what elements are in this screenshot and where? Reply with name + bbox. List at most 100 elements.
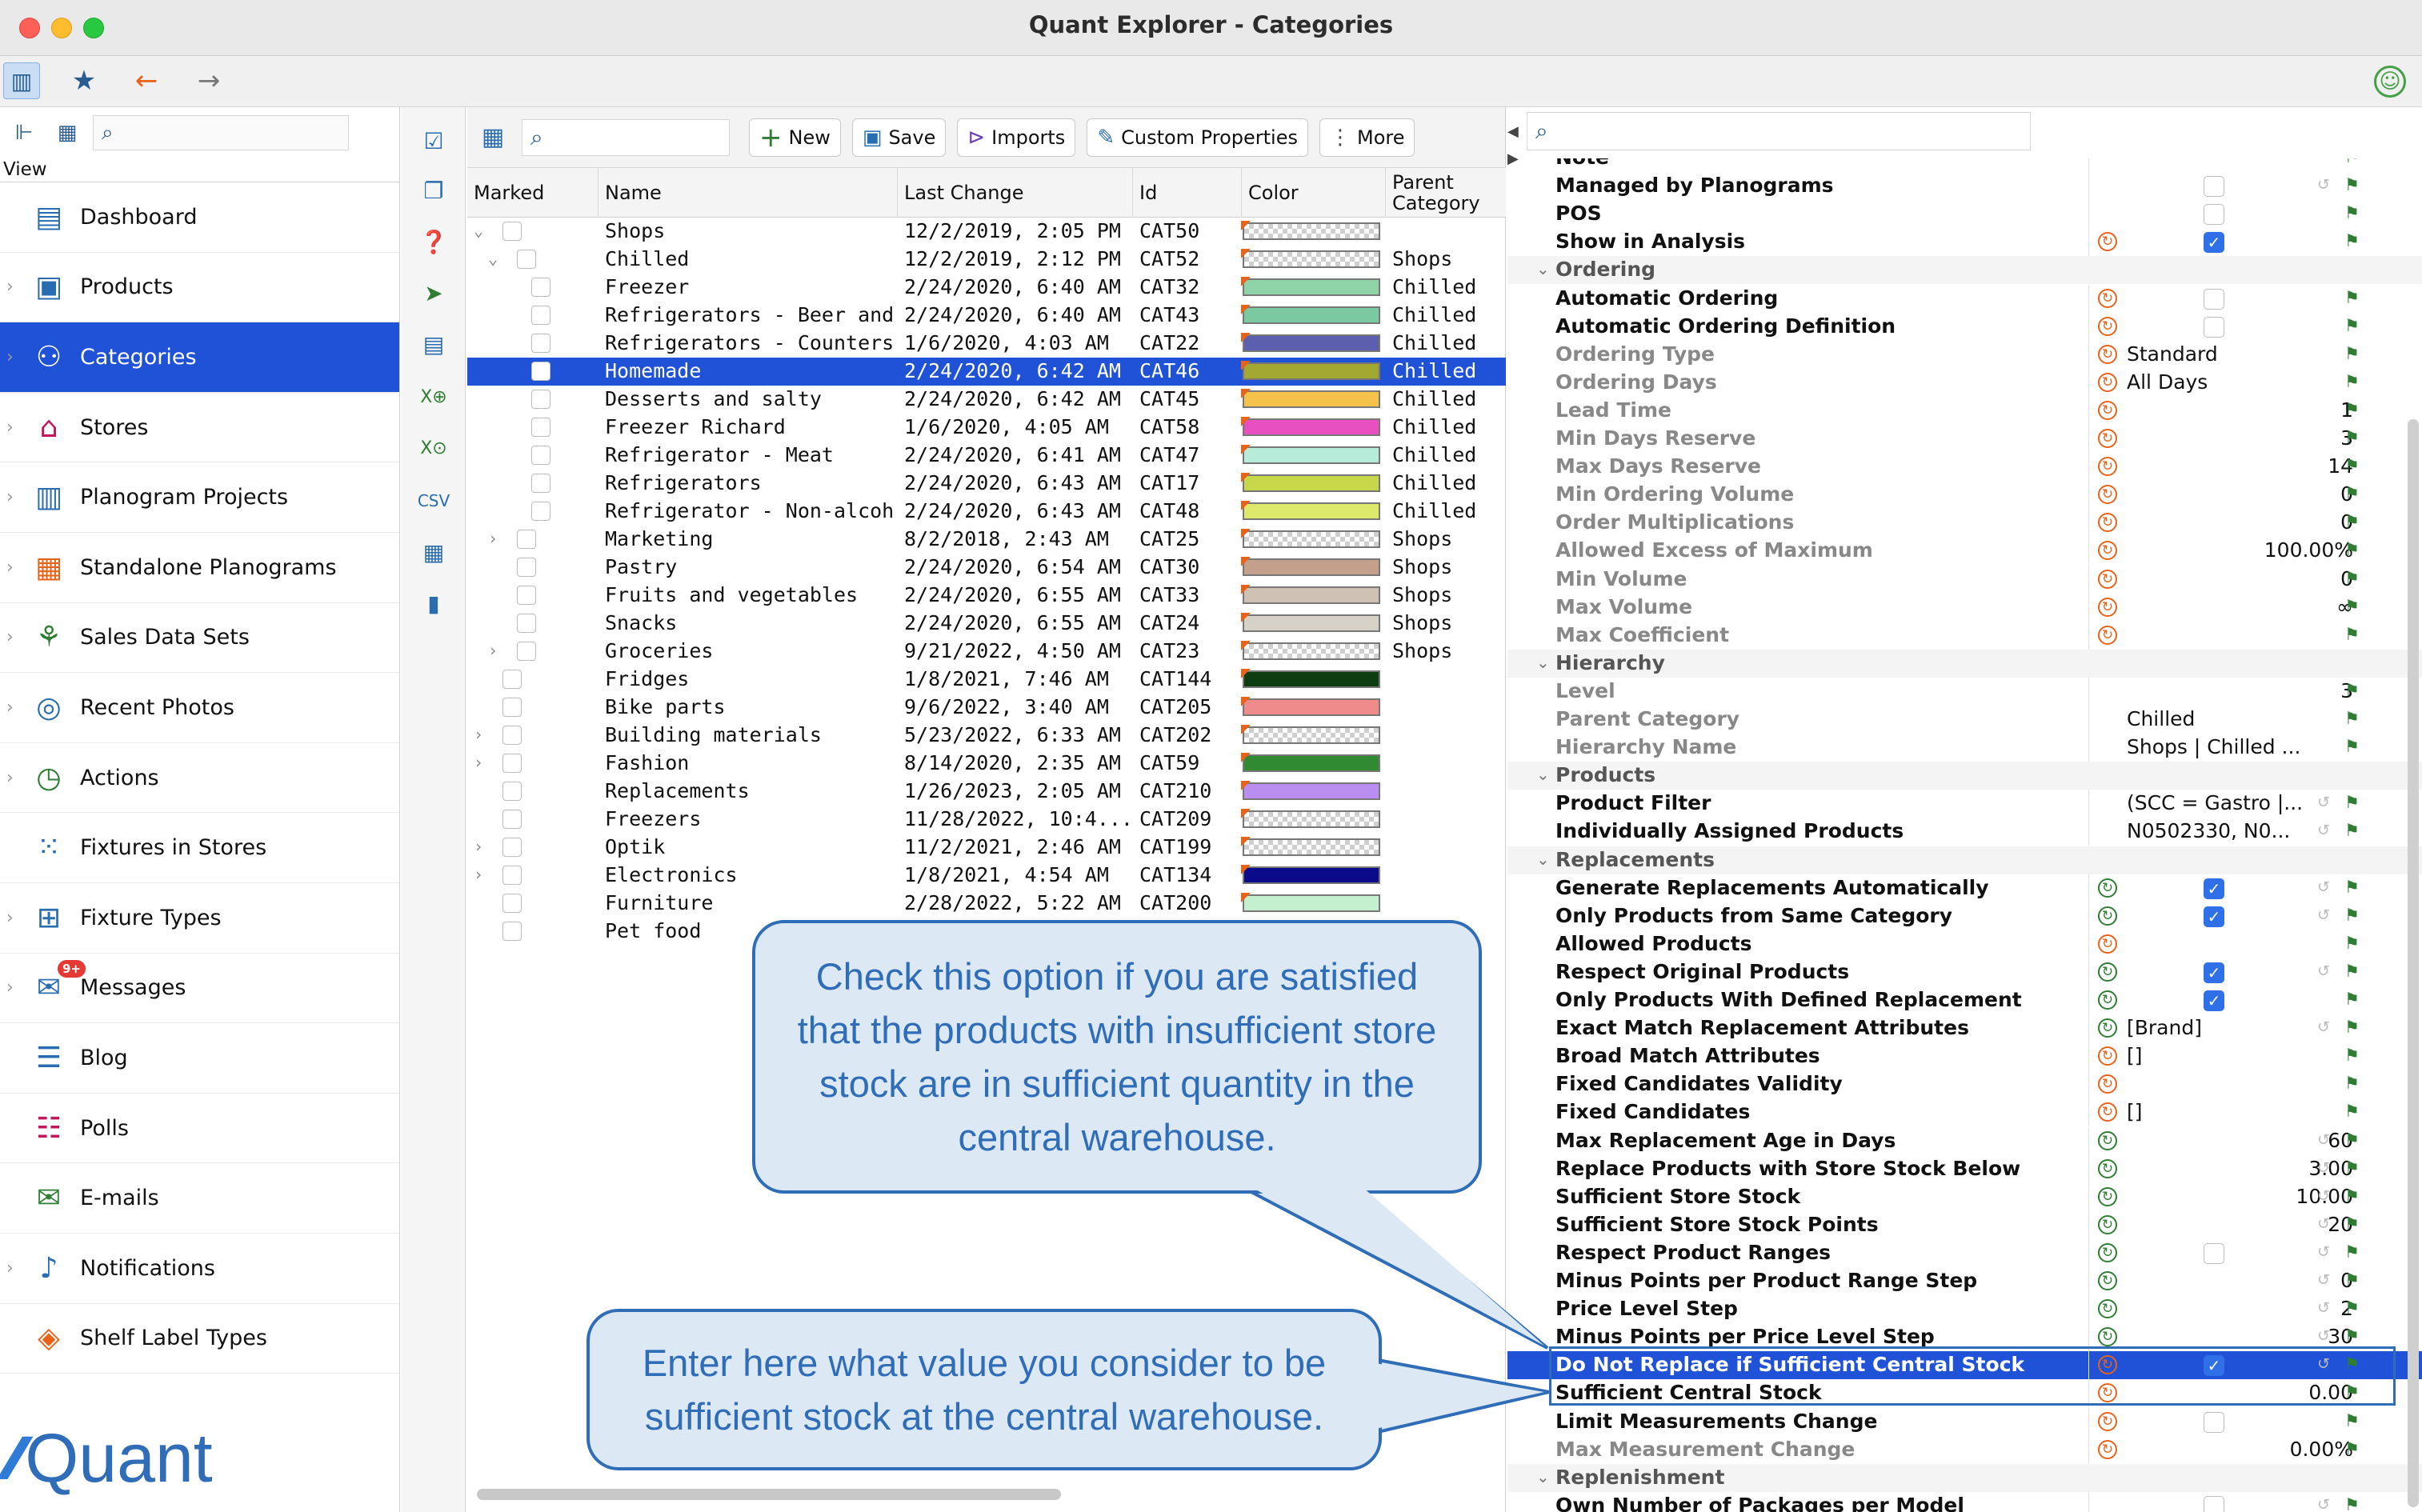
chevron-right-icon[interactable]: › — [474, 837, 483, 856]
property-row-exact-match-replacement-attributes[interactable]: Exact Match Replacement Attributes ↻ [Bran… — [1507, 1014, 2422, 1043]
propagate-icon[interactable]: ⚑ — [2344, 540, 2360, 559]
chevron-down-icon[interactable]: ⌄ — [1536, 850, 1550, 869]
inherited-value-icon[interactable]: ↻ — [2098, 513, 2117, 533]
excel-export-icon[interactable]: X⊙ — [416, 430, 451, 466]
column-header-parent-category[interactable]: Parent Category — [1386, 168, 1506, 218]
own-value-icon[interactable]: ↻ — [2098, 1158, 2117, 1178]
inherited-value-icon[interactable]: ↻ — [2098, 541, 2117, 561]
column-header-id[interactable]: Id — [1133, 168, 1242, 218]
inherited-value-icon[interactable]: ↻ — [2098, 429, 2117, 448]
propagate-icon[interactable]: ⚑ — [2344, 1214, 2360, 1234]
propagate-icon[interactable]: ⚑ — [2344, 231, 2360, 250]
row-marked-checkbox[interactable] — [502, 754, 522, 773]
property-value[interactable]: Standard — [2127, 342, 2327, 366]
chevron-right-icon[interactable]: › — [488, 641, 498, 660]
propagate-icon[interactable]: ⚑ — [2344, 737, 2360, 756]
reset-value-icon[interactable]: ↺ — [2317, 794, 2330, 811]
inherited-value-icon[interactable]: ↻ — [2098, 625, 2117, 645]
row-marked-checkbox[interactable] — [517, 530, 536, 549]
chevron-right-icon[interactable]: › — [474, 865, 483, 884]
property-row-max-measurement-change[interactable]: Max Measurement Change ↻ 0.00% ⚑ — [1507, 1435, 2422, 1464]
property-row-hierarchy-name[interactable]: Hierarchy Name Shops | Chilled ... ⚑ — [1507, 734, 2422, 762]
property-checkbox[interactable] — [2204, 1495, 2224, 1512]
horizontal-scrollbar[interactable] — [477, 1489, 1061, 1500]
property-row-own-number-of-packages-per-model[interactable]: Own Number of Packages per Model ↺ ⚑ — [1507, 1491, 2422, 1512]
sidebar-search[interactable]: ⌕ — [93, 115, 349, 150]
propagate-icon[interactable]: ⚑ — [2344, 1411, 2360, 1430]
copy-icon[interactable]: ❐ — [416, 173, 451, 208]
propagate-icon[interactable]: ⚑ — [2344, 1242, 2360, 1262]
sidebar-item-stores[interactable]: › ⌂ Stores — [0, 393, 399, 463]
propagate-icon[interactable]: ⚑ — [2344, 372, 2360, 391]
table-row[interactable]: › Electronics 1/8/2021, 4:54 AM CAT134 — [467, 862, 1506, 890]
propagate-icon[interactable]: ⚑ — [2344, 428, 2360, 447]
row-marked-checkbox[interactable] — [517, 558, 536, 577]
own-value-icon[interactable]: ↻ — [2098, 1299, 2117, 1319]
propagate-icon[interactable]: ⚑ — [2344, 934, 2360, 953]
reset-value-icon[interactable]: ↺ — [2317, 1271, 2330, 1289]
propagate-icon[interactable]: ⚑ — [2344, 158, 2360, 166]
chevron-right-icon[interactable]: › — [6, 487, 14, 507]
row-marked-checkbox[interactable] — [502, 670, 522, 689]
sidebar-item-categories[interactable]: › ⚇ Categories — [0, 322, 399, 393]
property-row-automatic-ordering-definition[interactable]: Automatic Ordering Definition ↻ ⚑ — [1507, 312, 2422, 341]
own-value-icon[interactable]: ↻ — [2098, 1327, 2117, 1347]
back-arrow-icon[interactable]: ← — [128, 62, 165, 99]
sidebar-item-notifications[interactable]: › ♪ Notifications — [0, 1234, 399, 1304]
inherited-value-icon[interactable]: ↻ — [2098, 288, 2117, 308]
sidebar-item-polls[interactable]: ☷ Polls — [0, 1094, 399, 1164]
table-row[interactable]: Homemade 2/24/2020, 6:42 AM CAT46 Chilled — [467, 358, 1506, 386]
inherited-value-icon[interactable]: ↻ — [2098, 344, 2117, 364]
property-row-level[interactable]: Level 3 ⚑ — [1507, 677, 2422, 706]
property-category-ordering[interactable]: ⌄ Ordering — [1507, 256, 2422, 285]
propagate-icon[interactable]: ⚑ — [2344, 1074, 2360, 1093]
column-header-marked[interactable]: Marked — [467, 168, 598, 218]
property-row-individually-assigned-products[interactable]: Individually Assigned Products N0502330, … — [1507, 818, 2422, 846]
property-row-max-coefficient[interactable]: Max Coefficient ↻ ⚑ — [1507, 621, 2422, 650]
propagate-icon[interactable]: ⚑ — [2344, 681, 2360, 700]
property-row-parent-category[interactable]: Parent Category Chilled ⚑ — [1507, 706, 2422, 734]
own-value-icon[interactable]: ↻ — [2098, 1018, 2117, 1038]
table-row[interactable]: Fridges 1/8/2021, 7:46 AM CAT144 — [467, 666, 1506, 694]
chevron-right-icon[interactable]: › — [6, 418, 14, 438]
column-header-color[interactable]: Color — [1242, 168, 1386, 218]
propagate-icon[interactable]: ⚑ — [2344, 456, 2360, 475]
property-row-lead-time[interactable]: Lead Time ↻ 1 ⚑ — [1507, 396, 2422, 425]
table-row[interactable]: › Fashion 8/14/2020, 2:35 AM CAT59 — [467, 750, 1506, 778]
property-row-fixed-candidates-validity[interactable]: Fixed Candidates Validity ↻ ⚑ — [1507, 1070, 2422, 1099]
propagate-icon[interactable]: ⚑ — [2344, 1298, 2360, 1318]
chevron-right-icon[interactable]: › — [6, 558, 14, 578]
property-category-replacements[interactable]: ⌄ Replacements — [1507, 846, 2422, 874]
sidebar-item-dashboard[interactable]: ▤ Dashboard — [0, 182, 399, 253]
table-row[interactable]: Furniture 2/28/2022, 5:22 AM CAT200 — [467, 890, 1506, 918]
sidebar-item-shelf-label-types[interactable]: ◈ Shelf Label Types — [0, 1304, 399, 1374]
reset-value-icon[interactable]: ↺ — [2317, 1215, 2330, 1233]
chevron-right-icon[interactable]: › — [474, 753, 483, 772]
reset-value-icon[interactable]: ↺ — [2317, 1299, 2330, 1317]
property-value[interactable]: (SCC = Gastro |... — [2127, 791, 2327, 814]
inherited-value-icon[interactable]: ↻ — [2098, 1046, 2117, 1066]
property-row-max-replacement-age-in-days[interactable]: Max Replacement Age in Days ↻ 60 ↺ ⚑ — [1507, 1126, 2422, 1155]
property-checkbox[interactable]: ✓ — [2204, 962, 2224, 983]
propagate-icon[interactable]: ⚑ — [2344, 1186, 2360, 1206]
own-value-icon[interactable]: ↻ — [2098, 1242, 2117, 1262]
table-settings-icon[interactable]: ▦ — [475, 120, 510, 155]
row-marked-checkbox[interactable] — [531, 278, 550, 297]
property-value[interactable]: Shops | Chilled ... — [2127, 735, 2327, 758]
row-marked-checkbox[interactable] — [502, 894, 522, 913]
property-value[interactable]: [] — [2127, 1044, 2327, 1067]
sidebar-item-standalone-planograms[interactable]: › ▦ Standalone Planograms — [0, 533, 399, 603]
properties-search[interactable]: ⌕ — [1527, 112, 2031, 150]
own-value-icon[interactable]: ↻ — [2098, 1130, 2117, 1150]
property-value[interactable]: [Brand] — [2127, 1016, 2327, 1039]
propagate-icon[interactable]: ⚑ — [2344, 906, 2360, 925]
property-row-note[interactable]: Note ⚑ — [1507, 158, 2422, 172]
table-row[interactable]: › Groceries 9/21/2022, 4:50 AM CAT23 Shops — [467, 638, 1506, 666]
row-marked-checkbox[interactable] — [531, 474, 550, 493]
property-checkbox[interactable] — [2204, 204, 2224, 226]
chevron-down-icon[interactable]: ⌄ — [488, 249, 498, 268]
more-button[interactable]: ⋮ More — [1319, 118, 1415, 157]
property-row-allowed-products[interactable]: Allowed Products ↻ ⚑ — [1507, 930, 2422, 958]
property-row-minus-points-per-product-range-step[interactable]: Minus Points per Product Range Step ↻ 0 ↺ ⚑ — [1507, 1267, 2422, 1295]
property-row-min-ordering-volume[interactable]: Min Ordering Volume ↻ 0 ⚑ — [1507, 481, 2422, 510]
